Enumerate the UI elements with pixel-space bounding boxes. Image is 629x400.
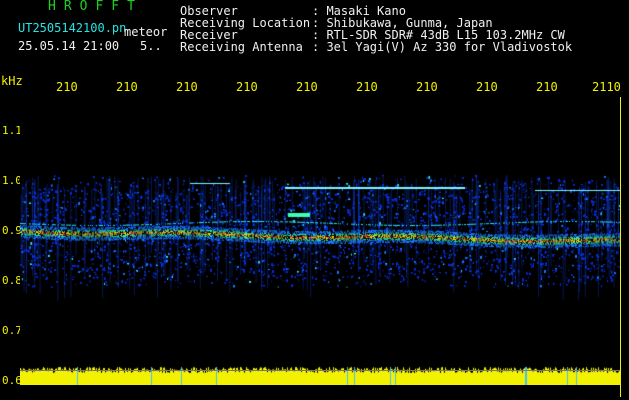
x-tick: 210	[116, 80, 138, 94]
antenna-label: Receiving Antenna	[180, 40, 303, 54]
spectrogram-plot	[20, 97, 620, 385]
hrofft-title: HROFFT	[48, 0, 143, 14]
y-axis-unit: kHz	[1, 74, 23, 88]
x-tick: 210	[536, 80, 558, 94]
event-type: meteor	[124, 25, 168, 39]
x-tick: 210	[296, 80, 318, 94]
x-tick: 210	[56, 80, 78, 94]
y-tick: 1.1	[2, 124, 22, 137]
x-tick: 2110	[592, 80, 621, 94]
antenna-value: : 3el Yagi(V) Az 330 for Vladivostok	[312, 40, 573, 54]
y-tick: 0.8	[2, 274, 22, 287]
y-tick: 0.6	[2, 374, 22, 387]
baseline-divider	[20, 370, 620, 371]
x-tick: 210	[356, 80, 378, 94]
meteor-count: 5..	[140, 39, 162, 53]
y-tick: 0.9	[2, 224, 22, 237]
x-tick: 210	[236, 80, 258, 94]
y-tick: 1.0	[2, 174, 22, 187]
y-tick: 0.7	[2, 324, 22, 337]
x-tick: 210	[476, 80, 498, 94]
file-name: UT2505142100.pn	[18, 21, 127, 35]
x-tick: 210	[176, 80, 198, 94]
plot-right-border	[620, 97, 621, 397]
x-tick: 210	[416, 80, 438, 94]
date-time: 25.05.14 21:00	[18, 39, 120, 53]
